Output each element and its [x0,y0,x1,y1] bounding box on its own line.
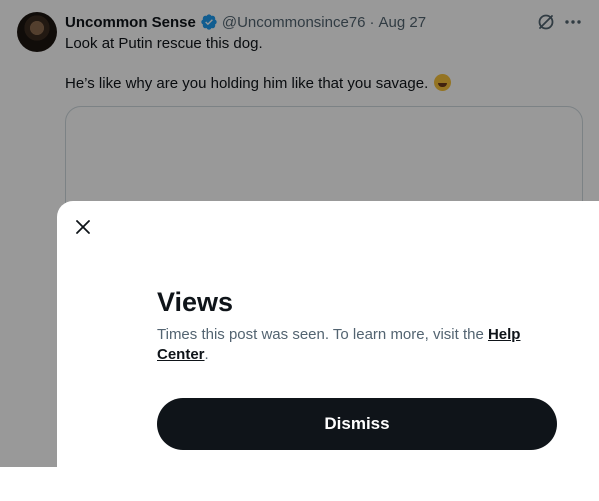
close-icon [76,220,90,234]
sheet-description: Times this post was seen. To learn more,… [157,325,542,365]
sheet-title: Views [157,287,234,317]
sheet-description-period: . [204,346,209,363]
sheet-description-text: Times this post was seen. To learn more,… [157,326,488,343]
dismiss-button[interactable]: Dismiss [157,398,557,450]
close-button[interactable] [72,216,94,238]
